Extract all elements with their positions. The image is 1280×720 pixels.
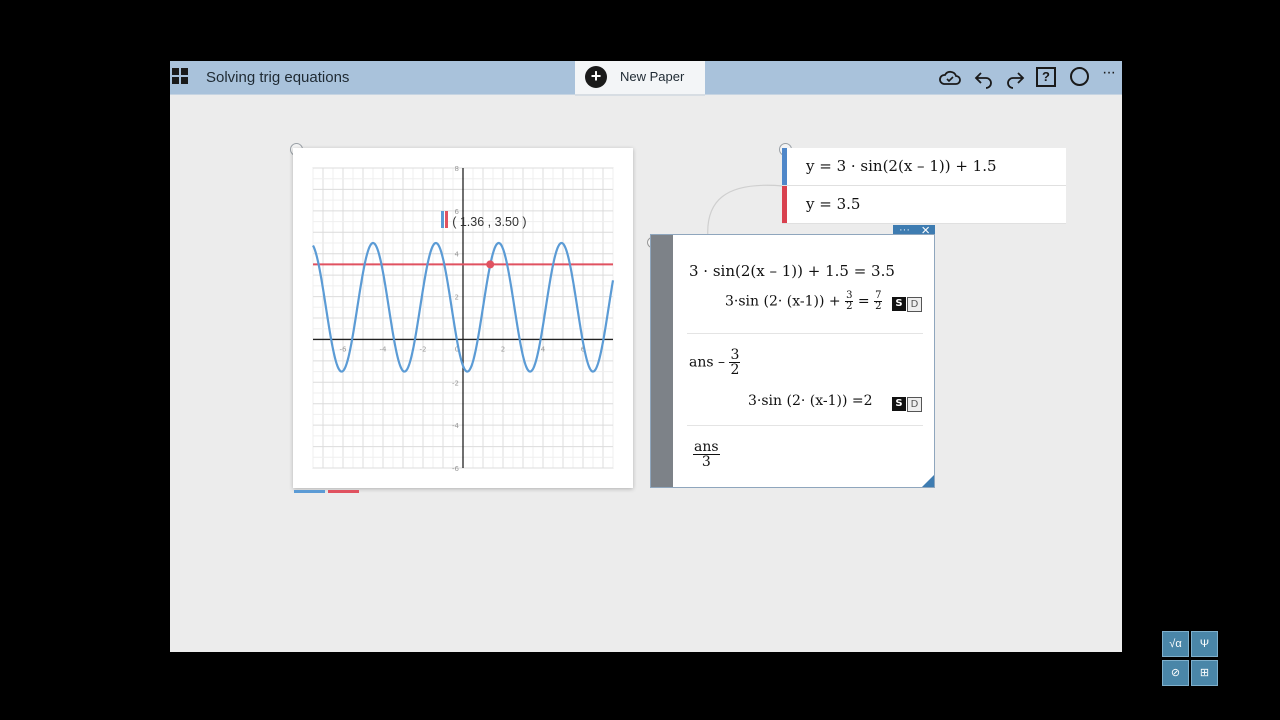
calc-input-3[interactable]: ans 3 (693, 440, 720, 469)
table-key[interactable]: ⊞ (1191, 660, 1218, 686)
divider (687, 425, 923, 426)
geometry-key[interactable]: ⊘ (1162, 660, 1189, 686)
calc-input-2[interactable]: ans – 32 (689, 347, 741, 378)
x-tick-label: -4 (380, 345, 388, 353)
blue-series-tab[interactable] (294, 490, 325, 493)
frac-den: 3 (701, 454, 711, 470)
equation-row-1[interactable]: y = 3 · sin(2(x – 1)) + 1.5 (782, 148, 1066, 186)
frac-num: ans (693, 439, 720, 455)
frac-num: 3 (729, 347, 741, 363)
x-tick-label: 4 (541, 345, 546, 353)
y-tick-label: 4 (455, 251, 460, 259)
series-color-bar (782, 148, 787, 185)
redo-icon[interactable] (1003, 66, 1027, 90)
coordinate-text: ( 1.36 , 3.50 ) (452, 215, 527, 229)
equation-list: y = 3 · sin(2(x – 1)) + 1.5 y = 3.5 (782, 148, 1066, 224)
d-label: D (907, 397, 922, 412)
coordinate-marker-icon (441, 211, 449, 228)
sqrt-alpha-key[interactable]: √α (1162, 631, 1189, 657)
grid-menu-icon[interactable] (172, 68, 189, 85)
equation-row-2[interactable]: y = 3.5 (782, 186, 1066, 224)
calc-result-1: 3·sin (2· (x-1)) + 32 = 72 (725, 291, 883, 312)
x-tick-label: -2 (420, 345, 427, 353)
coordinate-readout: ( 1.36 , 3.50 ) (441, 211, 527, 229)
y-tick-label: 2 (455, 294, 459, 302)
calc-panel[interactable]: 3 · sin(2(x – 1)) + 1.5 = 3.5 3·sin (2· … (650, 234, 935, 488)
plus-icon: + (585, 66, 607, 88)
frac-den: 2 (846, 301, 853, 312)
psi-key[interactable]: Ψ (1191, 631, 1218, 657)
calc-result-2: 3·sin (2· (x-1)) =2 (748, 393, 873, 409)
equals-sign: = (857, 293, 870, 310)
series-color-bar (782, 186, 787, 223)
red-series-tab[interactable] (328, 490, 359, 493)
frac-den: 2 (875, 301, 882, 312)
top-bar: Solving trig equations + New Paper ? ··· (170, 61, 1122, 96)
graph-plot[interactable]: -6 -4 -2 0 2 4 68642-2-4-6 (293, 148, 633, 488)
document-title: Solving trig equations (206, 69, 350, 86)
sd-toggle-2[interactable]: S D (892, 397, 922, 412)
calc-sidebar[interactable] (651, 235, 673, 487)
equation-text: y = 3 · sin(2(x – 1)) + 1.5 (806, 157, 997, 175)
y-tick-label: -4 (452, 422, 460, 430)
x-tick-label: -6 (340, 345, 348, 353)
circle-icon[interactable] (1070, 67, 1089, 86)
calc-result-1-main: 3·sin (2· (x-1)) + (725, 293, 841, 310)
cloud-sync-icon[interactable] (938, 66, 962, 90)
d-label: D (907, 297, 922, 312)
new-paper-button[interactable]: + New Paper (575, 61, 705, 96)
sd-toggle-1[interactable]: S D (892, 297, 922, 312)
undo-icon[interactable] (972, 66, 996, 90)
equation-text: y = 3.5 (806, 195, 861, 213)
help-icon[interactable]: ? (1036, 67, 1056, 87)
keypad-launcher: √α Ψ ⊘ ⊞ (1162, 631, 1220, 687)
divider (687, 333, 923, 334)
graph-card[interactable]: -6 -4 -2 0 2 4 6 8 6 4 2 -2 -4 -6 ( 1.36 , 3.50 ) (293, 148, 633, 488)
x-tick-label: 2 (501, 345, 505, 353)
s-label: S (892, 397, 906, 411)
resize-corner-icon[interactable] (922, 475, 934, 487)
y-tick-label: 8 (455, 165, 459, 173)
intersection-point (486, 260, 495, 269)
y-tick-label: -6 (452, 465, 460, 473)
calc-input-1[interactable]: 3 · sin(2(x – 1)) + 1.5 = 3.5 (689, 262, 895, 280)
more-icon[interactable]: ··· (1102, 64, 1122, 88)
app-window: Solving trig equations + New Paper ? ···… (170, 61, 1122, 652)
new-paper-label: New Paper (620, 69, 685, 84)
y-tick-label: -2 (452, 379, 459, 387)
s-label: S (892, 297, 906, 311)
connector-line (707, 184, 784, 240)
calc-input-2-prefix: ans – (689, 354, 725, 371)
frac-den: 2 (730, 362, 740, 378)
